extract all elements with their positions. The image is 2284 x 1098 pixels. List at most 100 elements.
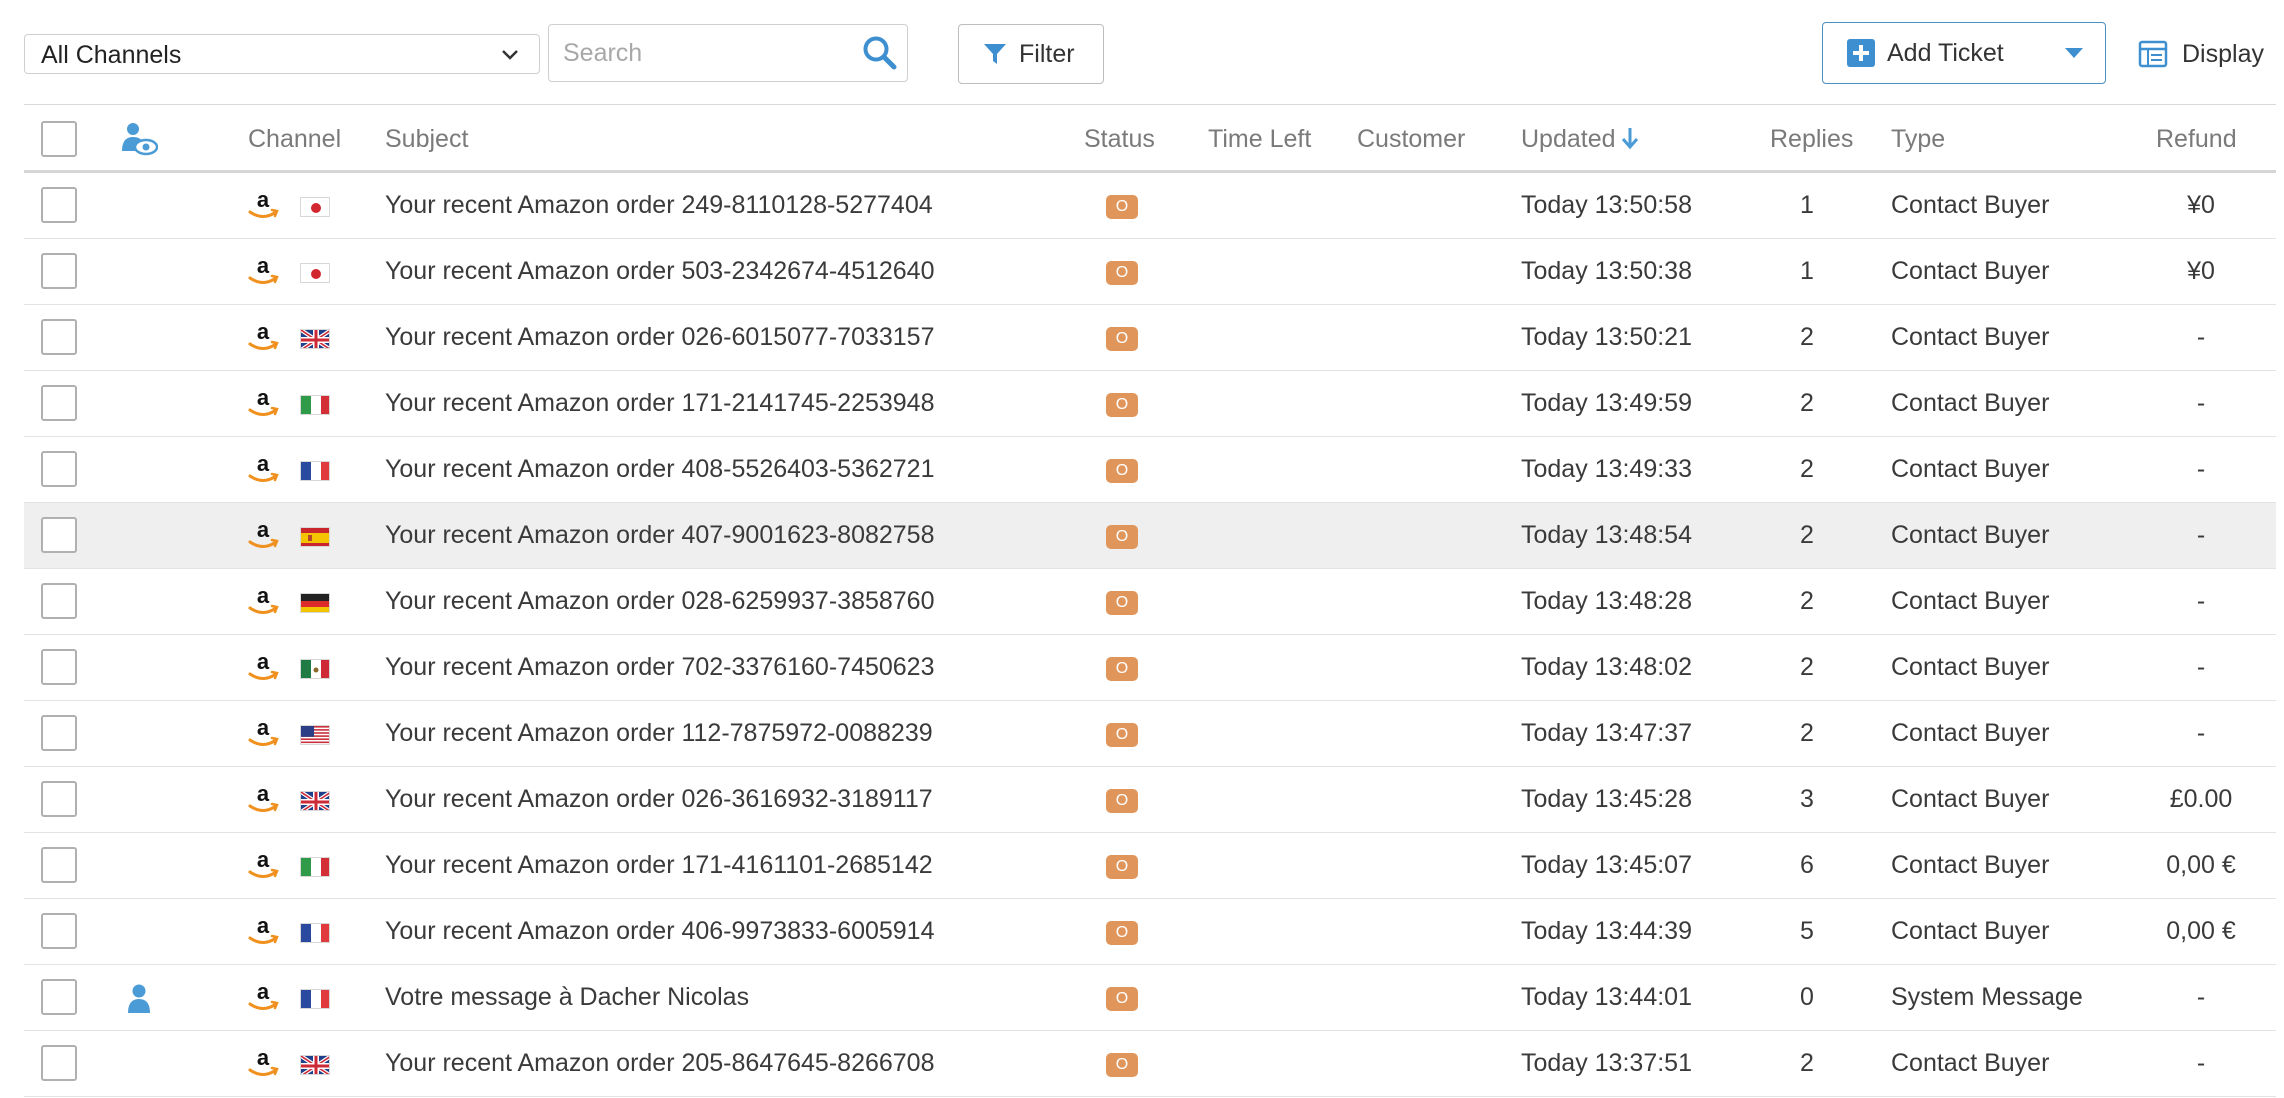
header-status[interactable]: Status: [1084, 125, 1155, 154]
ticket-type: Contact Buyer: [1891, 389, 2050, 417]
ticket-subject[interactable]: Your recent Amazon order 408-5526403-536…: [385, 455, 935, 484]
ticket-subject[interactable]: Your recent Amazon order 112-7875972-008…: [385, 719, 933, 748]
svg-text:a: a: [257, 189, 270, 212]
table-row[interactable]: a Your recent Amazon order 249-8110128-52…: [24, 173, 2276, 239]
ticket-subject[interactable]: Your recent Amazon order 407-9001623-808…: [385, 521, 935, 550]
ticket-subject[interactable]: Your recent Amazon order 205-8647645-826…: [385, 1049, 935, 1078]
ticket-subject[interactable]: Your recent Amazon order 171-4161101-268…: [385, 851, 933, 880]
table-row[interactable]: a Your recent Amazon order 026-3616932-31…: [24, 767, 2276, 833]
ticket-subject[interactable]: Votre message à Dacher Nicolas: [385, 983, 749, 1012]
row-checkbox[interactable]: [41, 385, 77, 421]
ticket-subject[interactable]: Your recent Amazon order 406-9973833-600…: [385, 917, 935, 946]
ticket-subject[interactable]: Your recent Amazon order 028-6259937-385…: [385, 587, 935, 616]
flag-it-icon: [300, 395, 330, 415]
ticket-type: System Message: [1891, 983, 2083, 1011]
header-customer[interactable]: Customer: [1357, 125, 1465, 154]
header-updated[interactable]: Updated: [1521, 125, 1640, 154]
amazon-icon: a: [246, 649, 280, 685]
display-label: Display: [2182, 39, 2264, 68]
amazon-icon: a: [246, 253, 280, 289]
replies-count: 2: [1800, 1049, 1814, 1077]
row-checkbox[interactable]: [41, 847, 77, 883]
row-checkbox[interactable]: [41, 781, 77, 817]
refund-amount: £0.00: [2169, 785, 2233, 813]
svg-text:a: a: [257, 783, 270, 806]
ticket-subject[interactable]: Your recent Amazon order 026-6015077-703…: [385, 323, 935, 352]
table-header: Channel Subject Status Time Left Custome…: [24, 105, 2276, 173]
table-row[interactable]: a Your recent Amazon order 028-6259937-38…: [24, 569, 2276, 635]
row-checkbox[interactable]: [41, 319, 77, 355]
amazon-icon: a: [246, 451, 280, 487]
ticket-subject[interactable]: Your recent Amazon order 503-2342674-451…: [385, 257, 935, 286]
flag-fr-icon: [300, 923, 330, 943]
row-checkbox[interactable]: [41, 451, 77, 487]
row-checkbox[interactable]: [41, 517, 77, 553]
header-channel[interactable]: Channel: [248, 125, 341, 154]
row-checkbox[interactable]: [41, 715, 77, 751]
ticket-subject[interactable]: Your recent Amazon order 249-8110128-527…: [385, 191, 933, 220]
header-type[interactable]: Type: [1891, 125, 1945, 154]
table-row[interactable]: a Your recent Amazon order 503-2342674-45…: [24, 239, 2276, 305]
table-row[interactable]: a Your recent Amazon order 171-4161101-26…: [24, 833, 2276, 899]
caret-down-icon[interactable]: [2065, 48, 2083, 58]
header-replies[interactable]: Replies: [1770, 125, 1853, 154]
svg-text:a: a: [257, 849, 270, 872]
status-badge: O: [1106, 591, 1138, 615]
refund-amount: -: [2196, 1049, 2206, 1077]
updated-time: Today 13:45:07: [1521, 851, 1692, 879]
channel-select[interactable]: All Channels: [24, 34, 540, 74]
status-badge: O: [1106, 657, 1138, 681]
refund-amount: -: [2196, 389, 2206, 417]
table-row[interactable]: a Your recent Amazon order 112-7875972-00…: [24, 701, 2276, 767]
table-row[interactable]: a Your recent Amazon order 408-5526403-53…: [24, 437, 2276, 503]
channel-select-value: All Channels: [41, 41, 182, 69]
add-ticket-button[interactable]: Add Ticket: [1822, 22, 2106, 84]
ticket-subject[interactable]: Your recent Amazon order 026-3616932-318…: [385, 785, 933, 814]
status-badge: O: [1106, 459, 1138, 483]
row-checkbox[interactable]: [41, 913, 77, 949]
header-updated-label: Updated: [1521, 125, 1616, 153]
header-time-left[interactable]: Time Left: [1208, 125, 1311, 154]
search-icon[interactable]: [861, 34, 899, 72]
watcher-eye-icon[interactable]: [120, 121, 158, 157]
row-checkbox[interactable]: [41, 253, 77, 289]
filter-button[interactable]: Filter: [958, 24, 1104, 84]
updated-time: Today 13:44:39: [1521, 917, 1692, 945]
ticket-subject[interactable]: Your recent Amazon order 171-2141745-225…: [385, 389, 935, 418]
flag-es-icon: [300, 527, 330, 547]
row-checkbox[interactable]: [41, 187, 77, 223]
replies-count: 3: [1800, 785, 1814, 813]
table-layout-icon: [2138, 40, 2168, 68]
replies-count: 1: [1800, 257, 1814, 285]
svg-text:a: a: [257, 717, 270, 740]
display-button[interactable]: Display: [2138, 24, 2264, 84]
refund-amount: -: [2196, 521, 2206, 549]
table-row[interactable]: a Votre message à Dacher Nicolas O Today 13…: [24, 965, 2276, 1031]
replies-count: 2: [1800, 587, 1814, 615]
table-row[interactable]: a Your recent Amazon order 406-9973833-60…: [24, 899, 2276, 965]
status-badge: O: [1106, 921, 1138, 945]
ticket-type: Contact Buyer: [1891, 455, 2050, 483]
refund-amount: -: [2196, 653, 2206, 681]
row-checkbox[interactable]: [41, 649, 77, 685]
status-badge: O: [1106, 987, 1138, 1011]
replies-count: 1: [1800, 191, 1814, 219]
table-row[interactable]: a Your recent Amazon order 702-3376160-74…: [24, 635, 2276, 701]
header-refund[interactable]: Refund: [2156, 125, 2237, 154]
row-checkbox[interactable]: [41, 1045, 77, 1081]
flag-gb-icon: [300, 791, 330, 811]
updated-time: Today 13:50:58: [1521, 191, 1692, 219]
ticket-subject[interactable]: Your recent Amazon order 702-3376160-745…: [385, 653, 935, 682]
select-all-checkbox[interactable]: [41, 121, 77, 157]
search-input[interactable]: [549, 25, 849, 81]
table-row[interactable]: a Your recent Amazon order 205-8647645-82…: [24, 1031, 2276, 1097]
table-row[interactable]: a Your recent Amazon order 026-6015077-70…: [24, 305, 2276, 371]
svg-text:a: a: [257, 585, 270, 608]
filter-icon: [984, 44, 1006, 64]
replies-count: 2: [1800, 653, 1814, 681]
row-checkbox[interactable]: [41, 583, 77, 619]
header-subject[interactable]: Subject: [385, 125, 468, 154]
row-checkbox[interactable]: [41, 979, 77, 1015]
table-row[interactable]: a Your recent Amazon order 171-2141745-22…: [24, 371, 2276, 437]
table-row[interactable]: a Your recent Amazon order 407-9001623-80…: [24, 503, 2276, 569]
